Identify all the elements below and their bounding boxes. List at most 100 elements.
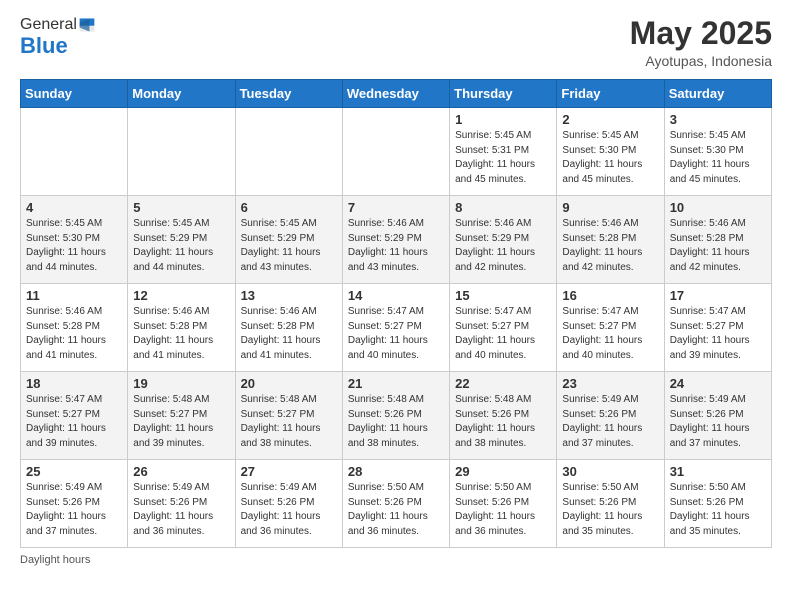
- logo-general-text: General: [20, 16, 77, 34]
- day-number: 17: [670, 288, 767, 303]
- calendar-table: SundayMondayTuesdayWednesdayThursdayFrid…: [20, 79, 772, 548]
- daylight-label: Daylight hours: [20, 554, 90, 566]
- day-number: 27: [241, 464, 338, 479]
- day-info: Sunrise: 5:45 AMSunset: 5:30 PMDaylight:…: [562, 129, 659, 187]
- day-number: 7: [348, 200, 445, 215]
- calendar-cell: 11Sunrise: 5:46 AMSunset: 5:28 PMDayligh…: [21, 284, 128, 372]
- week-row-1: 1Sunrise: 5:45 AMSunset: 5:31 PMDaylight…: [21, 108, 772, 196]
- header-day-monday: Monday: [128, 80, 235, 108]
- day-info: Sunrise: 5:50 AMSunset: 5:26 PMDaylight:…: [562, 481, 659, 539]
- day-number: 15: [455, 288, 552, 303]
- day-info: Sunrise: 5:47 AMSunset: 5:27 PMDaylight:…: [562, 305, 659, 363]
- day-info: Sunrise: 5:45 AMSunset: 5:29 PMDaylight:…: [241, 217, 338, 275]
- day-info: Sunrise: 5:45 AMSunset: 5:31 PMDaylight:…: [455, 129, 552, 187]
- header-day-saturday: Saturday: [664, 80, 771, 108]
- header-row: SundayMondayTuesdayWednesdayThursdayFrid…: [21, 80, 772, 108]
- day-info: Sunrise: 5:45 AMSunset: 5:29 PMDaylight:…: [133, 217, 230, 275]
- calendar-cell: 24 Sunrise: 5:49 AMSunset: 5:26 PMDayligh…: [664, 372, 771, 460]
- calendar-cell: 5 Sunrise: 5:45 AMSunset: 5:29 PMDaylight…: [128, 196, 235, 284]
- day-info: Sunrise: 5:46 AMSunset: 5:28 PMDaylight:…: [670, 217, 767, 275]
- day-info: Sunrise: 5:48 AMSunset: 5:27 PMDaylight:…: [133, 393, 230, 451]
- header-day-tuesday: Tuesday: [235, 80, 342, 108]
- day-number: 16: [562, 288, 659, 303]
- calendar-title: May 2025: [630, 16, 772, 51]
- calendar-cell: 17 Sunrise: 5:47 AMSunset: 5:27 PMDayligh…: [664, 284, 771, 372]
- day-number: 14: [348, 288, 445, 303]
- header: General Blue May 2025 Ayotupas, Indonesi…: [20, 16, 772, 69]
- day-number: 10: [670, 200, 767, 215]
- calendar-subtitle: Ayotupas, Indonesia: [630, 53, 772, 69]
- calendar-cell: 10 Sunrise: 5:46 AMSunset: 5:28 PMDayligh…: [664, 196, 771, 284]
- calendar-cell: 25 Sunrise: 5:49 AMSunset: 5:26 PMDayligh…: [21, 460, 128, 548]
- day-info: Sunrise: 5:47 AMSunset: 5:27 PMDaylight:…: [670, 305, 767, 363]
- day-info: Sunrise: 5:49 AMSunset: 5:26 PMDaylight:…: [26, 481, 123, 539]
- day-info: Sunrise: 5:46 AMSunset: 5:28 PMDaylight:…: [241, 305, 338, 363]
- calendar-cell: 4Sunrise: 5:45 AMSunset: 5:30 PMDaylight…: [21, 196, 128, 284]
- calendar-cell: 3 Sunrise: 5:45 AMSunset: 5:30 PMDaylight…: [664, 108, 771, 196]
- logo: General Blue: [20, 16, 96, 58]
- calendar-cell: 1Sunrise: 5:45 AMSunset: 5:31 PMDaylight…: [450, 108, 557, 196]
- calendar-cell: [21, 108, 128, 196]
- day-number: 24: [670, 376, 767, 391]
- calendar-body: 1Sunrise: 5:45 AMSunset: 5:31 PMDaylight…: [21, 108, 772, 548]
- day-number: 3: [670, 112, 767, 127]
- header-day-wednesday: Wednesday: [342, 80, 449, 108]
- calendar-cell: 7Sunrise: 5:46 AMSunset: 5:29 PMDaylight…: [342, 196, 449, 284]
- logo-blue-text: Blue: [20, 34, 96, 58]
- calendar-cell: 26 Sunrise: 5:49 AMSunset: 5:26 PMDayligh…: [128, 460, 235, 548]
- calendar-cell: 30 Sunrise: 5:50 AMSunset: 5:26 PMDayligh…: [557, 460, 664, 548]
- day-info: Sunrise: 5:49 AMSunset: 5:26 PMDaylight:…: [670, 393, 767, 451]
- day-number: 11: [26, 288, 123, 303]
- day-number: 18: [26, 376, 123, 391]
- day-number: 25: [26, 464, 123, 479]
- calendar-cell: 27 Sunrise: 5:49 AMSunset: 5:26 PMDayligh…: [235, 460, 342, 548]
- page: General Blue May 2025 Ayotupas, Indonesi…: [0, 0, 792, 612]
- logo-icon: [78, 16, 96, 34]
- calendar-cell: 23Sunrise: 5:49 AMSunset: 5:26 PMDayligh…: [557, 372, 664, 460]
- day-info: Sunrise: 5:50 AMSunset: 5:26 PMDaylight:…: [348, 481, 445, 539]
- header-day-thursday: Thursday: [450, 80, 557, 108]
- day-number: 29: [455, 464, 552, 479]
- day-number: 5: [133, 200, 230, 215]
- week-row-5: 25 Sunrise: 5:49 AMSunset: 5:26 PMDayligh…: [21, 460, 772, 548]
- calendar-cell: 20 Sunrise: 5:48 AMSunset: 5:27 PMDayligh…: [235, 372, 342, 460]
- calendar-cell: 8 Sunrise: 5:46 AMSunset: 5:29 PMDaylight…: [450, 196, 557, 284]
- day-number: 9: [562, 200, 659, 215]
- day-info: Sunrise: 5:45 AMSunset: 5:30 PMDaylight:…: [670, 129, 767, 187]
- week-row-4: 18Sunrise: 5:47 AMSunset: 5:27 PMDayligh…: [21, 372, 772, 460]
- day-number: 20: [241, 376, 338, 391]
- day-number: 2: [562, 112, 659, 127]
- day-number: 19: [133, 376, 230, 391]
- calendar-cell: 29 Sunrise: 5:50 AMSunset: 5:26 PMDayligh…: [450, 460, 557, 548]
- day-info: Sunrise: 5:49 AMSunset: 5:26 PMDaylight:…: [133, 481, 230, 539]
- day-number: 21: [348, 376, 445, 391]
- calendar-cell: 31Sunrise: 5:50 AMSunset: 5:26 PMDayligh…: [664, 460, 771, 548]
- calendar-cell: 22Sunrise: 5:48 AMSunset: 5:26 PMDayligh…: [450, 372, 557, 460]
- title-block: May 2025 Ayotupas, Indonesia: [630, 16, 772, 69]
- day-info: Sunrise: 5:50 AMSunset: 5:26 PMDaylight:…: [670, 481, 767, 539]
- header-day-sunday: Sunday: [21, 80, 128, 108]
- day-info: Sunrise: 5:48 AMSunset: 5:26 PMDaylight:…: [348, 393, 445, 451]
- calendar-header: SundayMondayTuesdayWednesdayThursdayFrid…: [21, 80, 772, 108]
- calendar-cell: 15 Sunrise: 5:47 AMSunset: 5:27 PMDayligh…: [450, 284, 557, 372]
- week-row-3: 11 Sunrise: 5:46 AMSunset: 5:28 PMDayligh…: [21, 284, 772, 372]
- day-info: Sunrise: 5:46 AMSunset: 5:28 PMDaylight:…: [562, 217, 659, 275]
- day-number: 26: [133, 464, 230, 479]
- day-info: Sunrise: 5:49 AMSunset: 5:26 PMDaylight:…: [241, 481, 338, 539]
- calendar-cell: 14Sunrise: 5:47 AMSunset: 5:27 PMDayligh…: [342, 284, 449, 372]
- day-number: 28: [348, 464, 445, 479]
- calendar-cell: 28 Sunrise: 5:50 AMSunset: 5:26 PMDayligh…: [342, 460, 449, 548]
- day-number: 4: [26, 200, 123, 215]
- calendar-cell: 18Sunrise: 5:47 AMSunset: 5:27 PMDayligh…: [21, 372, 128, 460]
- day-info: Sunrise: 5:50 AMSunset: 5:26 PMDaylight:…: [455, 481, 552, 539]
- calendar-cell: 21 Sunrise: 5:48 AMSunset: 5:26 PMDayligh…: [342, 372, 449, 460]
- day-info: Sunrise: 5:49 AMSunset: 5:26 PMDaylight:…: [562, 393, 659, 451]
- day-number: 8: [455, 200, 552, 215]
- calendar-cell: 16 Sunrise: 5:47 AMSunset: 5:27 PMDayligh…: [557, 284, 664, 372]
- day-number: 13: [241, 288, 338, 303]
- week-row-2: 4Sunrise: 5:45 AMSunset: 5:30 PMDaylight…: [21, 196, 772, 284]
- day-info: Sunrise: 5:46 AMSunset: 5:29 PMDaylight:…: [455, 217, 552, 275]
- day-number: 30: [562, 464, 659, 479]
- day-info: Sunrise: 5:48 AMSunset: 5:27 PMDaylight:…: [241, 393, 338, 451]
- day-info: Sunrise: 5:47 AMSunset: 5:27 PMDaylight:…: [455, 305, 552, 363]
